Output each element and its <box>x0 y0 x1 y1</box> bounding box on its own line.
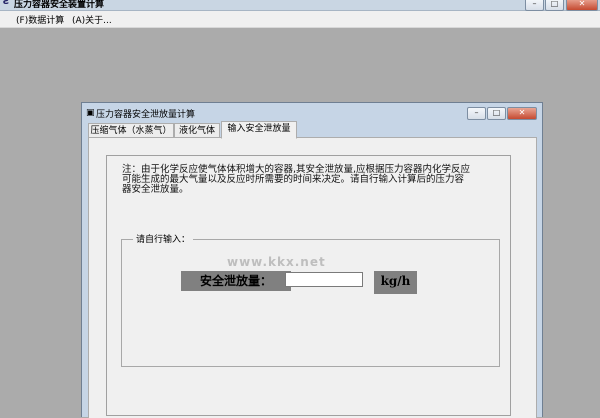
group-label: 请自行输入： <box>133 232 194 245</box>
unit-label: kg/h <box>374 271 417 294</box>
relief-volume-label: 安全泄放量： <box>181 271 291 291</box>
child-maximize-button[interactable]: □ <box>487 107 506 120</box>
document-icon: ▣ <box>86 108 95 118</box>
child-close-button[interactable]: ✕ <box>507 107 537 120</box>
app-icon: Ƨ <box>3 0 10 7</box>
minimize-button[interactable]: – <box>525 0 544 11</box>
main-title-bar: Ƨ 压力容器安全装置计算 – □ ✕ <box>0 0 600 11</box>
input-group-box <box>121 239 500 367</box>
tab-input-relief-volume[interactable]: 输入安全泄放量 <box>221 121 297 139</box>
child-minimize-button[interactable]: – <box>467 107 486 120</box>
note-text: 注：由于化学反应使气体体积增大的容器,其安全泄放量,应根据压力容器内化学反应可能… <box>122 164 471 195</box>
child-window: ▣ 压力容器安全泄放量计算 – □ ✕ 压缩气体（水蒸气） 液化气体 输入安全泄… <box>81 102 543 418</box>
window-title: 压力容器安全装置计算 <box>14 0 105 10</box>
maximize-button[interactable]: □ <box>545 0 564 11</box>
menu-bar: (F)数据计算 (A)关于... <box>0 11 600 28</box>
menu-item-data-calc[interactable]: (F)数据计算 <box>16 13 64 26</box>
tab-liquefied-gas[interactable]: 液化气体 <box>174 123 220 138</box>
menu-item-about[interactable]: (A)关于... <box>72 13 112 26</box>
close-button[interactable]: ✕ <box>566 0 598 11</box>
relief-volume-input[interactable] <box>285 272 363 287</box>
child-window-title: 压力容器安全泄放量计算 <box>96 110 196 120</box>
tab-compressed-gas[interactable]: 压缩气体（水蒸气） <box>88 123 174 138</box>
tab-panel: 注：由于化学反应使气体体积增大的容器,其安全泄放量,应根据压力容器内化学反应可能… <box>88 137 537 418</box>
